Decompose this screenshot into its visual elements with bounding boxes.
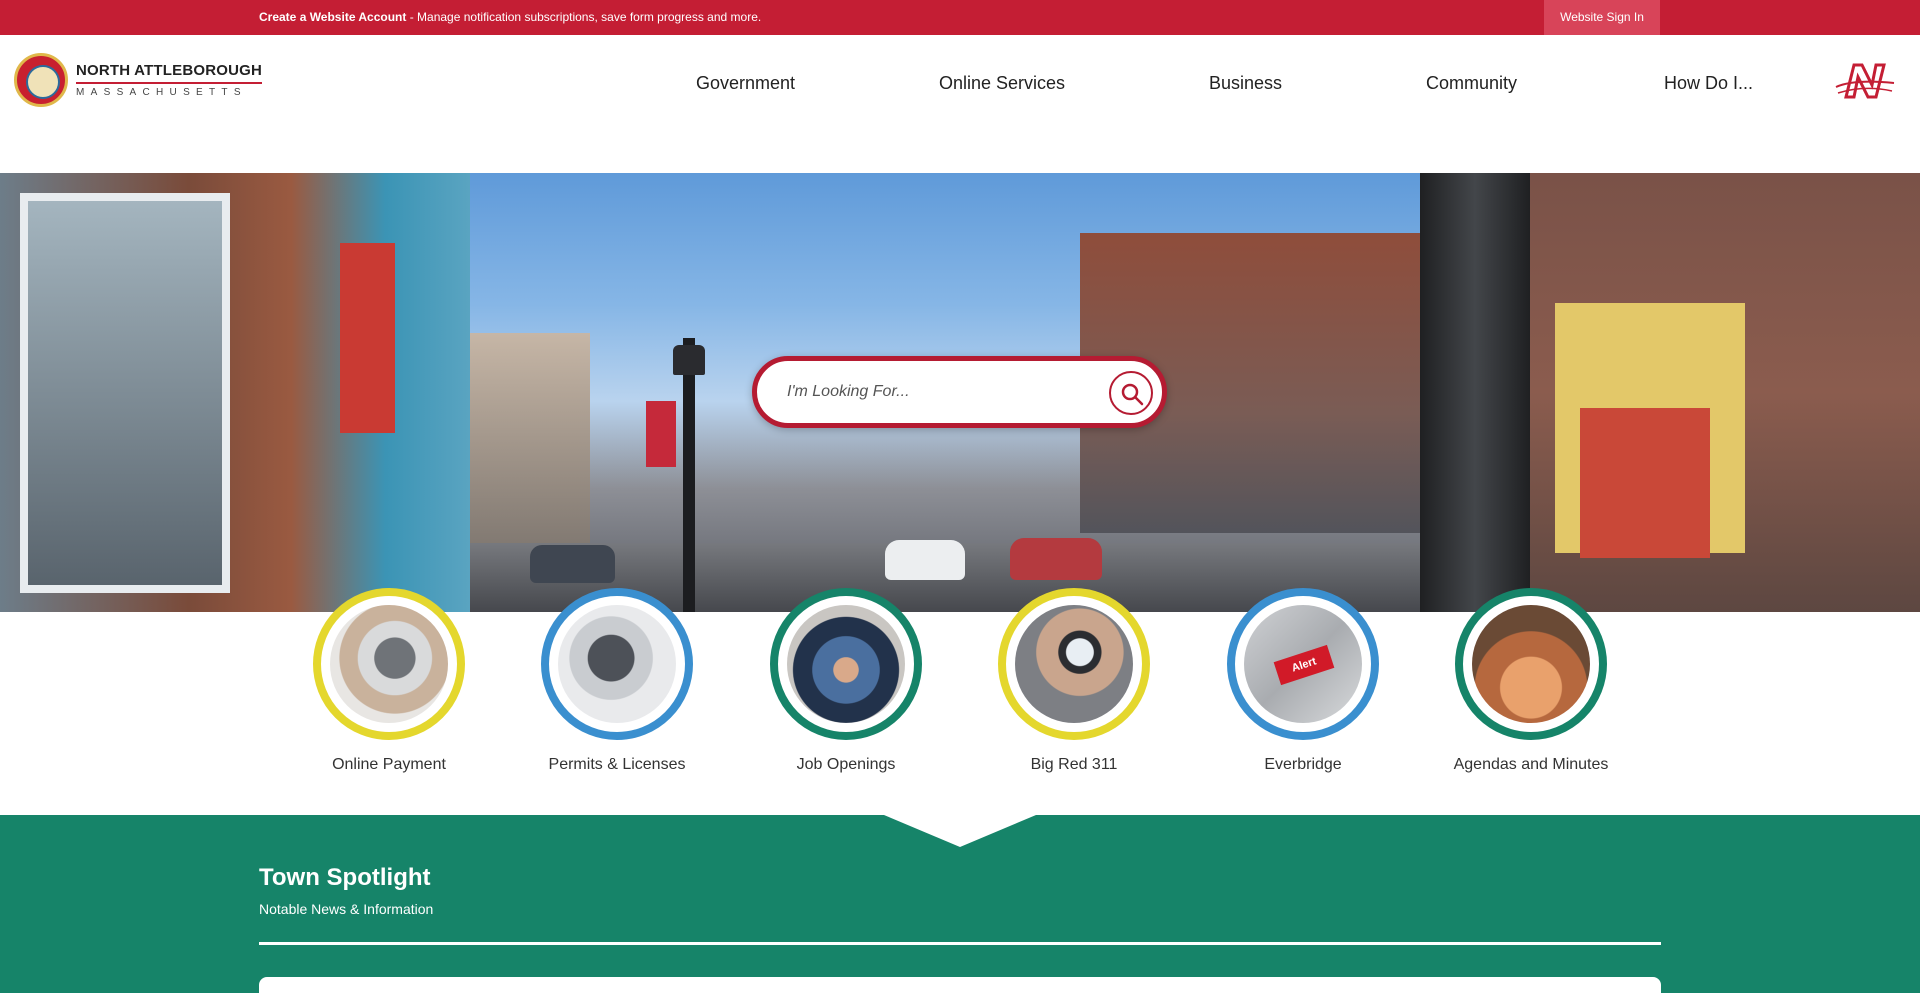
- quick-link-job-openings[interactable]: Job Openings: [731, 588, 961, 774]
- alert-key-label: Alert: [1273, 644, 1335, 686]
- site-search: [752, 356, 1167, 428]
- account-banner-message[interactable]: Create a Website Account - Manage notifi…: [259, 0, 761, 35]
- quick-link-label: Big Red 311: [1030, 756, 1118, 773]
- quick-link-label: Online Payment: [332, 756, 446, 773]
- logo-state-name: MASSACHUSETTS: [76, 87, 247, 98]
- quick-link-label: Everbridge: [1264, 756, 1342, 773]
- quick-link-big-red-311[interactable]: Big Red 311: [959, 588, 1189, 774]
- website-sign-in-button[interactable]: Website Sign In: [1544, 0, 1660, 35]
- create-account-link[interactable]: Create a Website Account: [259, 10, 406, 24]
- quick-link-online-payment[interactable]: Online Payment: [274, 588, 504, 774]
- laptop-payment-icon: [330, 605, 448, 723]
- laptop-documents-icon: [558, 605, 676, 723]
- microphones-icon: [1472, 605, 1590, 723]
- quick-link-agendas-minutes[interactable]: Agendas and Minutes: [1416, 588, 1646, 774]
- search-input[interactable]: [787, 375, 1087, 409]
- spotlight-divider: [259, 942, 1661, 945]
- nav-online-services[interactable]: Online Services: [939, 68, 1065, 98]
- north-n-logo-icon[interactable]: [1834, 61, 1896, 101]
- quick-link-label: Permits & Licenses: [548, 756, 686, 773]
- logo-town-name: NORTH ATTLEBOROUGH: [76, 62, 263, 84]
- account-banner: Create a Website Account - Manage notifi…: [0, 0, 1920, 35]
- town-logo[interactable]: NORTH ATTLEBOROUGH MASSACHUSETTS: [14, 53, 263, 107]
- account-banner-text: - Manage notification subscriptions, sav…: [406, 10, 762, 24]
- smartphone-map-icon: [1015, 605, 1133, 723]
- nav-government[interactable]: Government: [696, 68, 795, 98]
- quick-link-label: Job Openings: [796, 756, 896, 773]
- town-seal-icon: [14, 53, 68, 107]
- spotlight-title: Town Spotlight: [259, 864, 431, 891]
- quick-link-permits-licenses[interactable]: Permits & Licenses: [502, 588, 732, 774]
- handshake-icon: [787, 605, 905, 723]
- nav-business[interactable]: Business: [1209, 68, 1282, 98]
- search-button[interactable]: [1109, 371, 1153, 415]
- spotlight-subtitle: Notable News & Information: [259, 901, 434, 917]
- quick-link-label: Agendas and Minutes: [1453, 756, 1609, 773]
- spotlight-card[interactable]: [259, 977, 1661, 993]
- nav-community[interactable]: Community: [1426, 68, 1517, 98]
- search-icon: [1121, 383, 1144, 406]
- nav-how-do-i[interactable]: How Do I...: [1664, 68, 1753, 98]
- alert-keyboard-icon: Alert: [1244, 605, 1362, 723]
- quick-link-everbridge[interactable]: Alert Everbridge: [1188, 588, 1418, 774]
- quick-links: Online Payment Permits & Licenses Job Op…: [0, 588, 1920, 815]
- site-header: NORTH ATTLEBOROUGH MASSACHUSETTS Governm…: [0, 35, 1920, 173]
